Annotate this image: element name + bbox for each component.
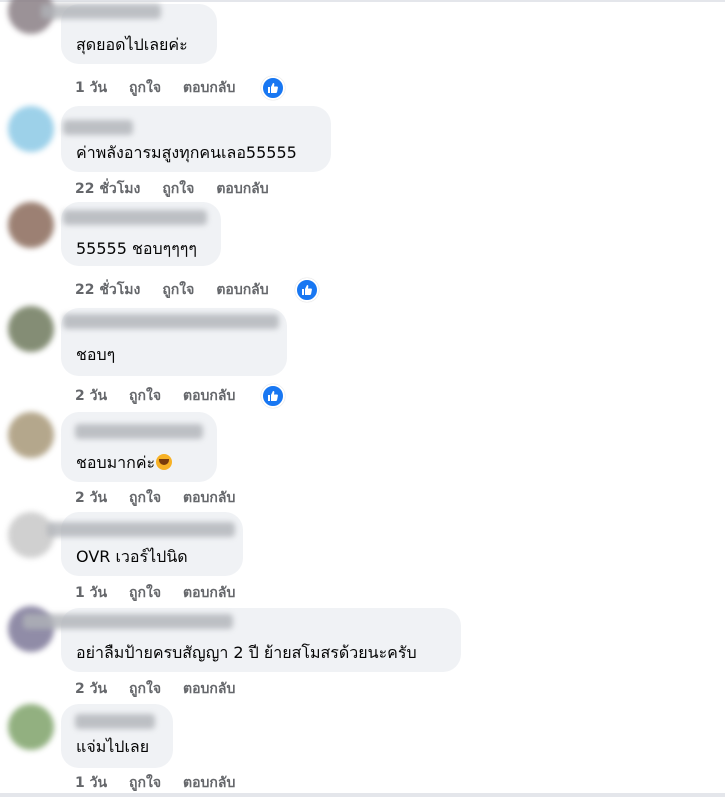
comment-actions: 2 วัน ถูกใจ ตอบกลับ: [75, 384, 286, 408]
reply-button[interactable]: ตอบกลับ: [216, 178, 268, 200]
comment-bubble: OVR เวอร์ไปนิด: [47, 512, 243, 576]
reply-button[interactable]: ตอบกลับ: [183, 582, 235, 604]
comment-bubble: ชอบๆ: [61, 308, 287, 376]
author-name-blurred: [63, 210, 207, 225]
rolling-on-floor-laughing-icon: [156, 454, 173, 470]
thumbs-up-icon[interactable]: [261, 76, 286, 100]
comment-time[interactable]: 2 วัน: [75, 487, 107, 509]
comment-actions: 1 วัน ถูกใจ ตอบกลับ: [75, 582, 261, 604]
author-name-blurred: [63, 120, 133, 135]
like-button[interactable]: ถูกใจ: [129, 582, 161, 604]
reply-button[interactable]: ตอบกลับ: [183, 678, 235, 700]
like-button[interactable]: ถูกใจ: [129, 678, 161, 700]
comment-time[interactable]: 1 วัน: [75, 582, 107, 604]
avatar[interactable]: [8, 306, 54, 352]
author-name-blurred: [23, 614, 233, 629]
comment-text-content: ชอบมากค่ะ: [76, 453, 156, 472]
comment-actions: 22 ชั่วโมง ถูกใจ ตอบกลับ: [75, 278, 319, 302]
author-name-blurred: [75, 714, 155, 729]
reply-button[interactable]: ตอบกลับ: [183, 487, 235, 509]
comment-text: แจ่มไปเลย: [76, 737, 150, 756]
like-button[interactable]: ถูกใจ: [129, 487, 161, 509]
like-button[interactable]: ถูกใจ: [162, 178, 194, 200]
thumbs-up-icon[interactable]: [294, 278, 319, 302]
avatar[interactable]: [8, 606, 54, 652]
comment-actions: 2 วัน ถูกใจ ตอบกลับ: [75, 678, 261, 700]
comment-text: ค่าพลังอารมสูงทุกคนเลอ55555: [76, 143, 297, 162]
avatar[interactable]: [8, 202, 54, 248]
like-button[interactable]: ถูกใจ: [129, 772, 161, 794]
comment-bubble: อย่าลืมป้ายครบสัญญา 2 ปี ย้ายสโมสรด้วยนะ…: [23, 608, 461, 672]
comment-actions: 1 วัน ถูกใจ ตอบกลับ: [75, 76, 286, 100]
author-name-blurred: [41, 4, 161, 19]
avatar[interactable]: [8, 412, 54, 458]
reply-button[interactable]: ตอบกลับ: [183, 772, 235, 794]
avatar[interactable]: [8, 704, 54, 750]
comment-actions: 22 ชั่วโมง ถูกใจ ตอบกลับ: [75, 178, 295, 200]
author-name-blurred: [63, 314, 279, 329]
comment-text: สุดยอดไปเลยค่ะ: [76, 35, 188, 54]
author-name-blurred: [47, 522, 235, 537]
reply-button[interactable]: ตอบกลับ: [216, 279, 268, 301]
comment-time[interactable]: 1 วัน: [75, 77, 107, 99]
comment-text: OVR เวอร์ไปนิด: [76, 547, 188, 566]
comment-text: 55555 ชอบๆๆๆๆ: [76, 239, 197, 258]
comment-time[interactable]: 22 ชั่วโมง: [75, 279, 140, 301]
comment-text: ชอบๆ: [76, 345, 116, 364]
like-button[interactable]: ถูกใจ: [162, 279, 194, 301]
comment-time[interactable]: 2 วัน: [75, 678, 107, 700]
comment-text: อย่าลืมป้ายครบสัญญา 2 ปี ย้ายสโมสรด้วยนะ…: [76, 643, 417, 662]
comment-time[interactable]: 2 วัน: [75, 385, 107, 407]
comment-actions: 2 วัน ถูกใจ ตอบกลับ: [75, 487, 261, 509]
comment-bubble: ชอบมากค่ะ: [61, 412, 217, 482]
comment-actions: 1 วัน ถูกใจ ตอบกลับ: [75, 772, 261, 794]
like-button[interactable]: ถูกใจ: [129, 77, 161, 99]
top-divider: [0, 0, 725, 2]
comment-bubble: สุดยอดไปเลยค่ะ: [41, 4, 217, 64]
comment-bubble: ค่าพลังอารมสูงทุกคนเลอ55555: [61, 106, 331, 172]
like-button[interactable]: ถูกใจ: [129, 385, 161, 407]
comment-text: ชอบมากค่ะ: [76, 452, 173, 474]
reply-button[interactable]: ตอบกลับ: [183, 77, 235, 99]
thumbs-up-icon[interactable]: [261, 384, 286, 408]
reply-button[interactable]: ตอบกลับ: [183, 385, 235, 407]
bottom-divider: [0, 793, 725, 797]
comment-time[interactable]: 1 วัน: [75, 772, 107, 794]
comment-bubble: 55555 ชอบๆๆๆๆ: [61, 202, 221, 266]
avatar[interactable]: [8, 106, 54, 152]
comment-time[interactable]: 22 ชั่วโมง: [75, 178, 140, 200]
comment-bubble: แจ่มไปเลย: [61, 704, 173, 768]
author-name-blurred: [75, 424, 203, 439]
